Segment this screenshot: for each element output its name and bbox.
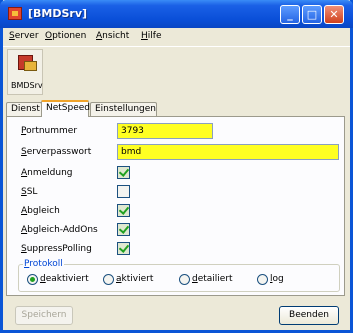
close-app-button[interactable]: Beenden [279,306,339,325]
close-app-button-label: Beenden [289,310,329,320]
protokoll-group: Protokoll deaktiviert aktiviert detailie… [18,259,340,292]
close-button[interactable]: ✕ [324,5,344,24]
bmdsrv-toolbar-button[interactable]: BMDSrv [7,49,43,95]
menu-server[interactable]: Server [9,31,39,41]
title-bar[interactable]: [BMDSrv] _ □ ✕ [0,0,353,28]
tab-netspeed-label: NetSpeed [46,103,91,113]
ssl-label: SSL [21,187,38,197]
tab-netspeed[interactable]: NetSpeed [41,100,91,117]
radio-detailiert-label: detailiert [192,274,233,284]
radio-aktiviert-label: aktiviert [116,274,154,284]
abgleich-addons-label: Abgleich-AddOns [21,225,98,235]
abgleich-label: Abgleich [21,206,60,216]
radio-log-label: log [270,274,284,284]
maximize-button[interactable]: □ [302,5,322,24]
minimize-button[interactable]: _ [280,5,300,24]
anmeldung-checkbox[interactable] [117,166,130,179]
tab-einstellungen[interactable]: Einstellungen [90,102,157,116]
port-label: Portnummer [21,126,78,136]
tab-dienst[interactable]: Dienst [6,102,42,116]
password-label: Serverpasswort [21,147,92,157]
abgleich-addons-checkbox[interactable] [117,223,130,236]
netspeed-panel: Portnummer 3793 Serverpasswort bmd Anmel… [6,116,345,296]
radio-log-button[interactable] [257,274,268,285]
radio-deaktiviert-button[interactable] [27,274,38,285]
abgleich-checkbox[interactable] [117,204,130,217]
tab-dienst-label: Dienst [11,104,40,114]
server-icon [18,55,37,71]
suppresspolling-checkbox[interactable] [117,242,130,255]
toolbar-button-label: BMDSrv [11,81,43,90]
anmeldung-label: Anmeldung [21,168,73,178]
port-field[interactable]: 3793 [117,123,213,139]
menu-ansicht[interactable]: Ansicht [96,31,129,41]
window-title: [BMDSrv] [28,7,88,20]
radio-detailiert-button[interactable] [179,274,190,285]
menu-bar: Server Optionen Ansicht Hilfe [3,28,350,45]
tab-einstellungen-label: Einstellungen [95,104,157,114]
protokoll-group-title: Protokoll [23,259,64,269]
suppresspolling-label: SuppressPolling [21,244,92,254]
save-button-label: Speichern [21,310,67,320]
radio-deaktiviert-label: deaktiviert [40,274,89,284]
radio-aktiviert-button[interactable] [103,274,114,285]
main-window: [BMDSrv] _ □ ✕ Server Optionen Ansicht H… [0,0,353,333]
toolbar: BMDSrv [3,46,350,98]
save-button[interactable]: Speichern [15,306,73,325]
app-icon [8,7,22,20]
menu-optionen[interactable]: Optionen [45,31,86,41]
menu-hilfe[interactable]: Hilfe [141,31,162,41]
ssl-checkbox[interactable] [117,185,130,198]
server-password-field[interactable]: bmd [117,144,339,160]
